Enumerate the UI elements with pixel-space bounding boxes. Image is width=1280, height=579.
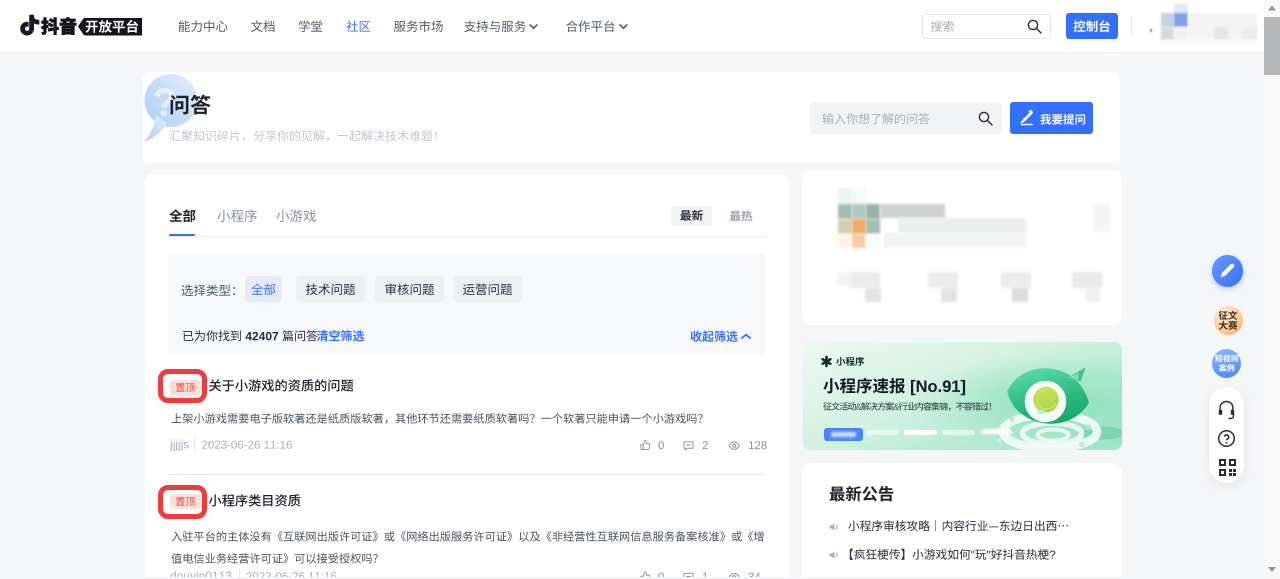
svg-text:?: ? (152, 81, 176, 125)
